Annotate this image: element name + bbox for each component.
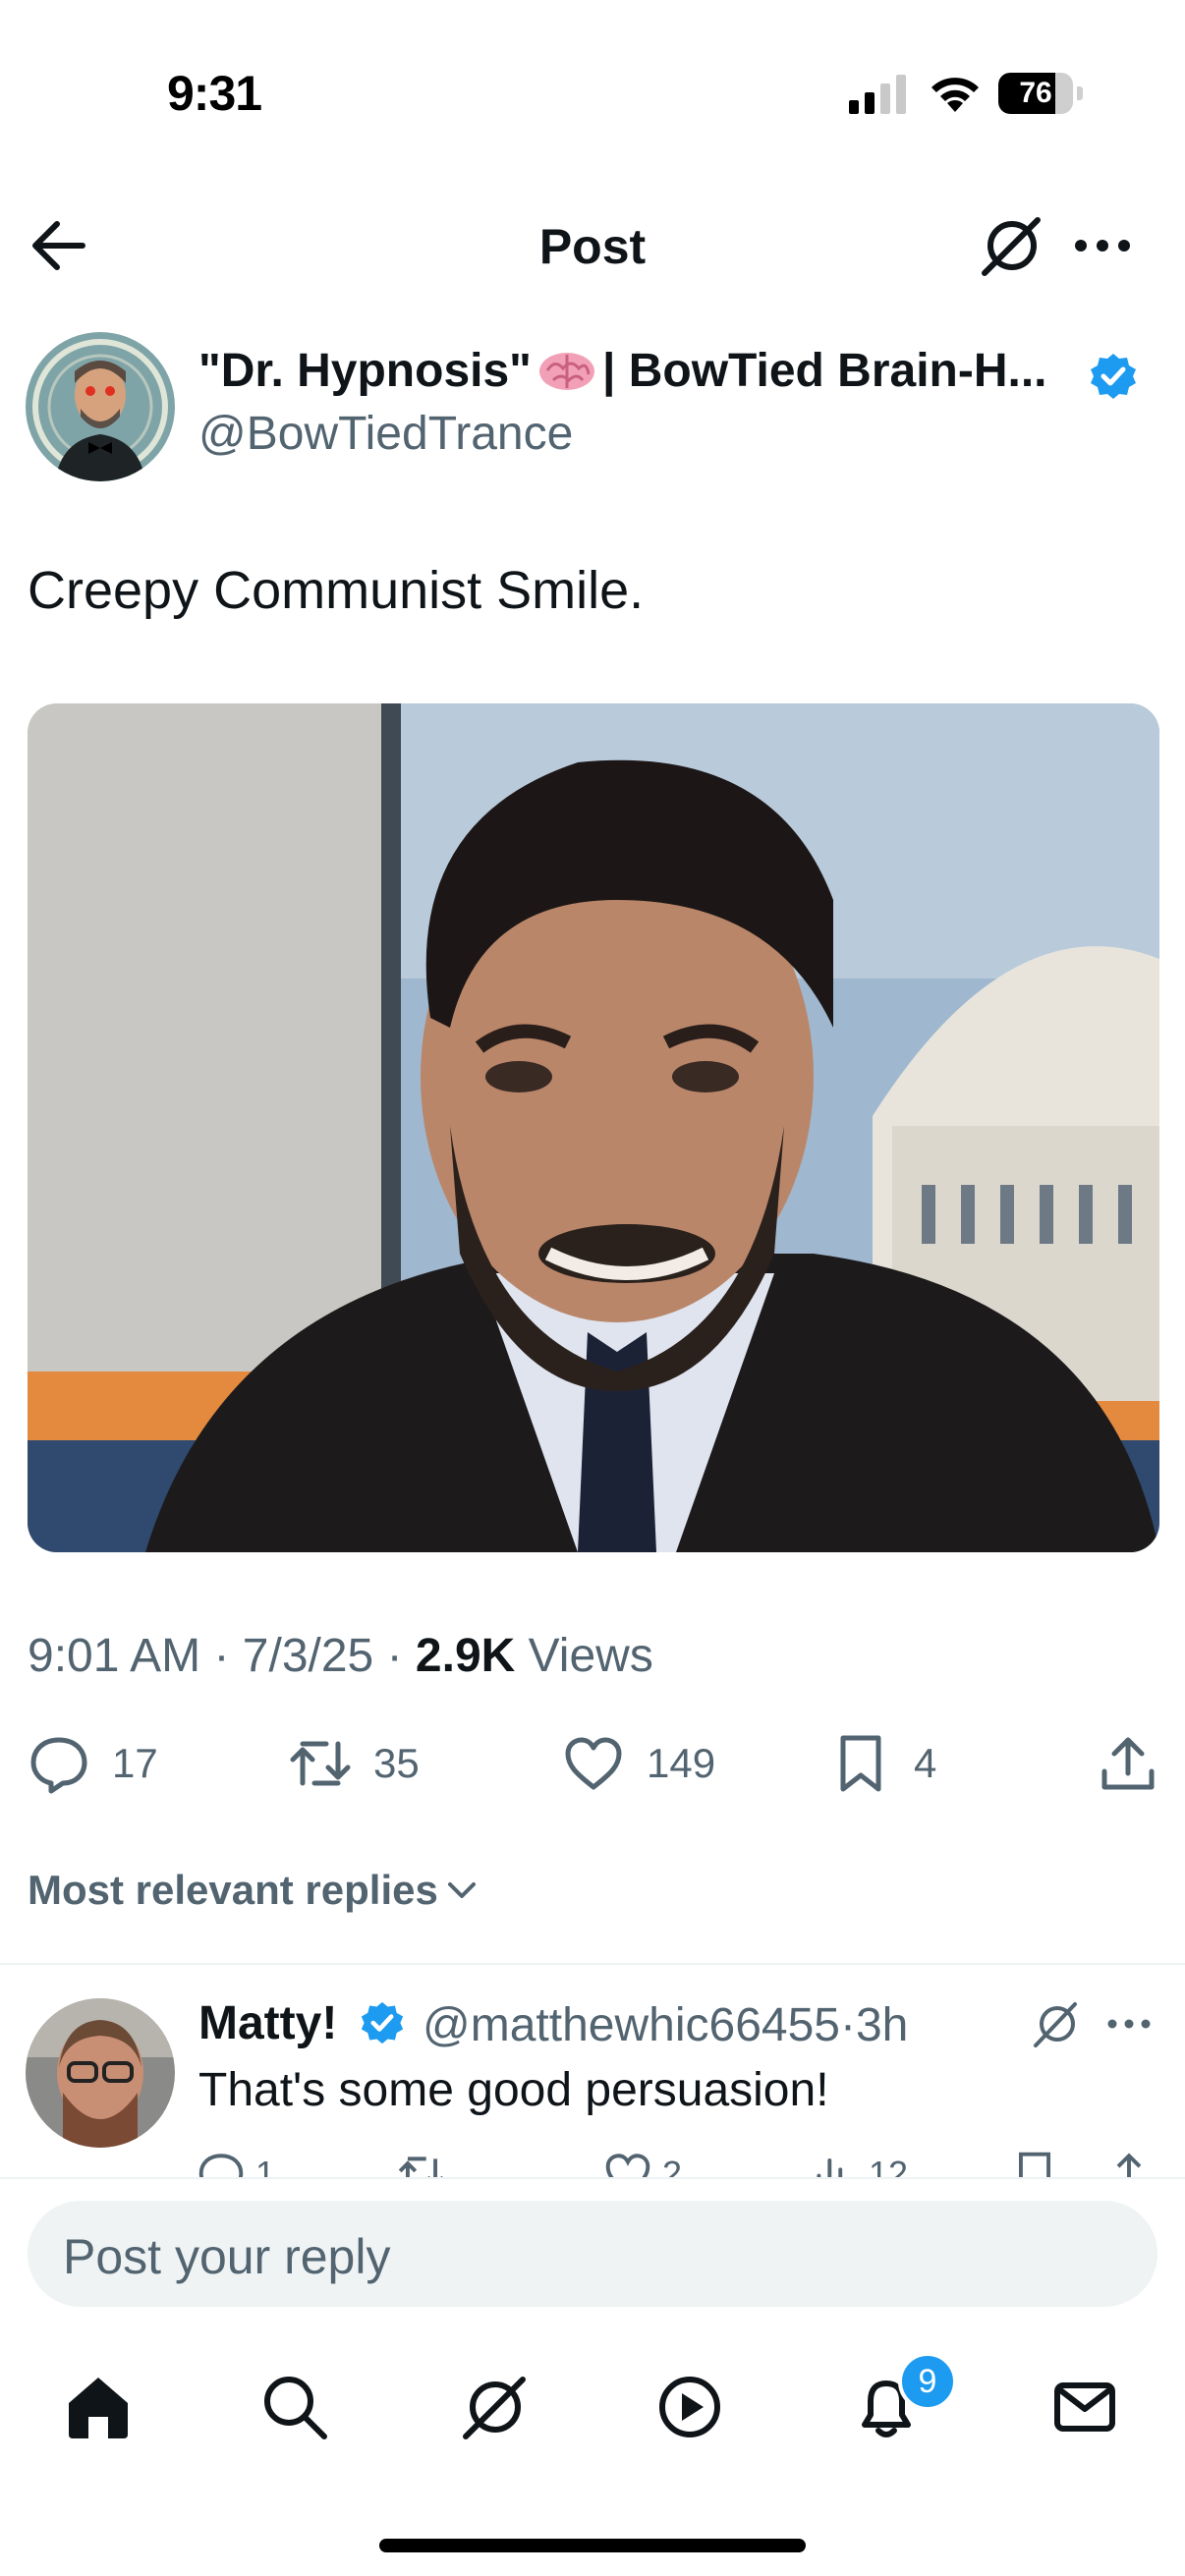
bookmark-button[interactable]: 4 bbox=[829, 1729, 936, 1798]
reply-views-count: 12 bbox=[869, 2154, 909, 2177]
reply-share-button[interactable] bbox=[1104, 2150, 1163, 2177]
post-views-label: Views bbox=[528, 1630, 653, 1682]
grok-icon[interactable] bbox=[1030, 1998, 1081, 2049]
post-image[interactable] bbox=[28, 703, 1159, 1552]
author-name-text: "Dr. Hypnosis" bbox=[198, 345, 532, 397]
reply-age: 3h bbox=[855, 1999, 909, 2051]
reply-reply-button[interactable]: 1 bbox=[197, 2150, 275, 2177]
chevron-down-icon bbox=[447, 1882, 476, 1898]
reply-handle[interactable]: @matthewhic66455 bbox=[423, 1999, 840, 2051]
reply-reply-count: 1 bbox=[255, 2154, 276, 2177]
share-icon bbox=[1101, 1737, 1155, 1790]
reply-handle-line: @matthewhic66455·3h bbox=[423, 1998, 908, 2052]
brain-emoji-icon bbox=[538, 353, 594, 390]
divider bbox=[0, 1963, 1185, 1965]
post-time: 9:01 AM bbox=[28, 1630, 201, 1682]
reply-like-count: 2 bbox=[662, 2154, 683, 2177]
notification-badge: 9 bbox=[898, 2352, 957, 2411]
reply-actions: 1 2 12 bbox=[0, 2142, 1185, 2177]
bookmark-count: 4 bbox=[914, 1740, 937, 1786]
more-icon[interactable] bbox=[1071, 226, 1134, 265]
author-name[interactable]: "Dr. Hypnosis" | BowTied Brain-H... bbox=[198, 344, 1047, 398]
verified-badge-icon bbox=[1091, 354, 1136, 399]
share-icon bbox=[1116, 2153, 1142, 2177]
repost-icon bbox=[398, 2156, 443, 2177]
post-views-count: 2.9K bbox=[415, 1630, 516, 1682]
messages-icon[interactable] bbox=[1049, 2372, 1120, 2442]
heart-icon bbox=[605, 2154, 650, 2177]
reply-repost-button[interactable] bbox=[397, 2150, 456, 2177]
reply-bookmark-button[interactable] bbox=[1010, 2150, 1069, 2177]
home-indicator bbox=[379, 2539, 806, 2552]
repost-button[interactable]: 35 bbox=[289, 1729, 420, 1798]
reply-button[interactable]: 17 bbox=[28, 1729, 158, 1798]
grok-icon[interactable] bbox=[977, 212, 1044, 279]
cellular-signal-icon bbox=[849, 75, 906, 114]
like-button[interactable]: 149 bbox=[562, 1729, 715, 1798]
author-handle[interactable]: @BowTiedTrance bbox=[198, 407, 573, 461]
reply-text: That's some good persuasion! bbox=[198, 2064, 829, 2116]
reply-author-name[interactable]: Matty! bbox=[198, 1996, 337, 2050]
more-icon[interactable] bbox=[1104, 2012, 1154, 2036]
video-icon[interactable] bbox=[654, 2372, 725, 2442]
share-button[interactable] bbox=[1097, 1729, 1181, 1798]
replies-sort-label: Most relevant replies bbox=[28, 1867, 438, 1913]
reply-input-placeholder[interactable]: Post your reply bbox=[63, 2228, 390, 2285]
views-chart-icon bbox=[817, 2157, 843, 2177]
reply-like-button[interactable]: 2 bbox=[603, 2150, 682, 2177]
reply-icon bbox=[30, 1737, 87, 1794]
grok-icon[interactable] bbox=[458, 2372, 529, 2442]
repost-count: 35 bbox=[373, 1740, 420, 1786]
author-avatar[interactable] bbox=[26, 332, 175, 481]
meta-separator: · bbox=[386, 1630, 403, 1682]
author-name-rest: | BowTied Brain-H... bbox=[601, 345, 1047, 397]
repost-icon bbox=[290, 1741, 351, 1786]
reply-count: 17 bbox=[112, 1740, 158, 1786]
wifi-icon bbox=[931, 78, 979, 112]
meta-separator: · bbox=[213, 1630, 230, 1682]
home-icon[interactable] bbox=[63, 2372, 134, 2442]
search-icon[interactable] bbox=[259, 2372, 330, 2442]
reply-avatar[interactable] bbox=[26, 1998, 175, 2148]
battery-icon: 76 bbox=[998, 73, 1083, 114]
reply-views-button[interactable]: 12 bbox=[810, 2150, 908, 2177]
bookmark-icon bbox=[840, 1735, 881, 1792]
post-date: 7/3/25 bbox=[242, 1630, 374, 1682]
post-meta: 9:01 AM · 7/3/25 · 2.9K Views bbox=[28, 1629, 653, 1683]
post-text: Creepy Communist Smile. bbox=[28, 561, 645, 620]
meta-separator: · bbox=[839, 1999, 856, 2051]
bookmark-icon bbox=[1018, 2152, 1051, 2177]
verified-badge-icon bbox=[361, 2001, 404, 2044]
replies-sort-dropdown[interactable]: Most relevant replies bbox=[28, 1867, 480, 1914]
reply-icon bbox=[198, 2154, 244, 2177]
like-count: 149 bbox=[647, 1740, 716, 1786]
battery-level: 76 bbox=[1019, 77, 1052, 109]
heart-icon bbox=[565, 1737, 622, 1790]
status-time: 9:31 bbox=[167, 66, 262, 121]
